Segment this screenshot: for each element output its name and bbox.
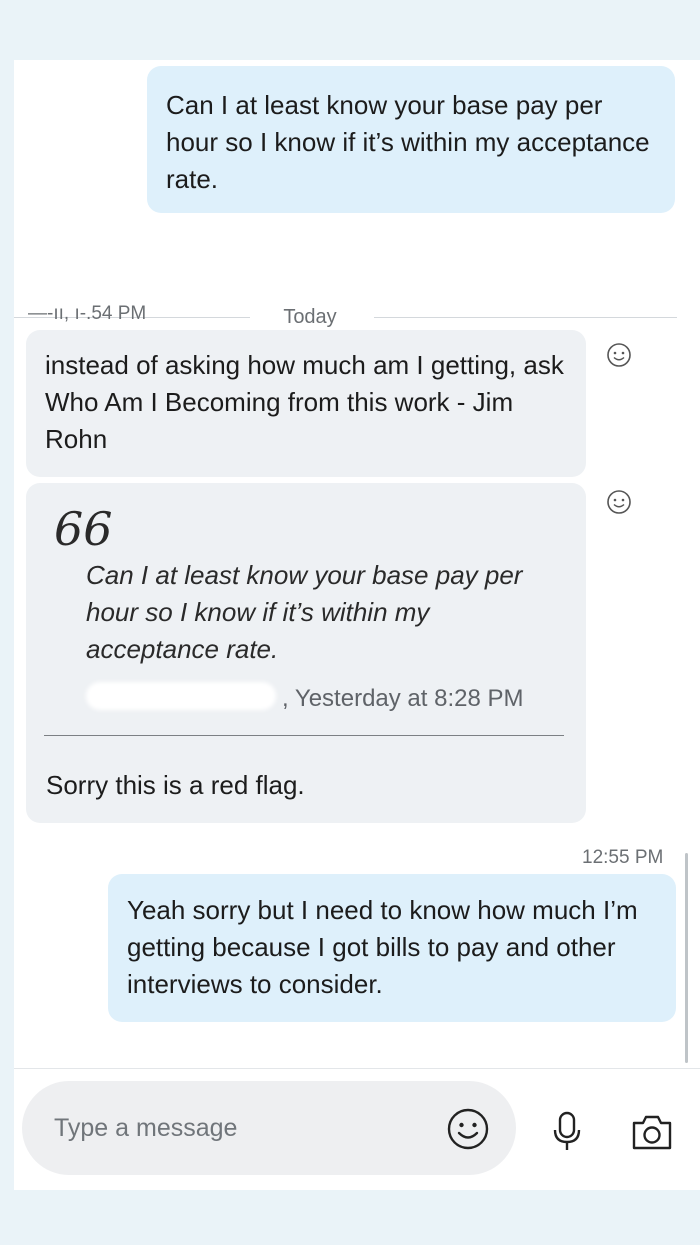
message-bubble-outgoing[interactable]: Can I at least know your base pay per ho… bbox=[147, 66, 675, 213]
camera-icon[interactable] bbox=[630, 1112, 674, 1157]
message-timestamp: 12:55 PM bbox=[582, 847, 664, 868]
quoted-message-meta: , Yesterday at 8:28 PM bbox=[86, 678, 556, 714]
quoted-message-text: Can I at least know your base pay per ho… bbox=[86, 560, 523, 664]
message-composer bbox=[22, 1081, 516, 1175]
message-bubble-outgoing[interactable]: Yeah sorry but I need to know how much I… bbox=[108, 874, 676, 1022]
message-bubble-incoming-reply[interactable]: 66 Can I at least know your base pay per… bbox=[26, 483, 586, 823]
message-text: Sorry this is a red flag. bbox=[46, 770, 305, 800]
redacted-name bbox=[86, 682, 276, 710]
composer-divider bbox=[14, 1068, 700, 1069]
quote-mark-icon: 66 bbox=[54, 502, 113, 556]
scrollbar[interactable] bbox=[685, 853, 688, 1063]
conversation-panel: Can I at least know your base pay per ho… bbox=[14, 60, 700, 1190]
microphone-icon[interactable] bbox=[550, 1109, 584, 1158]
smiley-react-icon[interactable] bbox=[606, 342, 632, 368]
message-input[interactable] bbox=[52, 1107, 416, 1149]
divider-line bbox=[374, 317, 677, 318]
quoted-timestamp: , Yesterday at 8:28 PM bbox=[282, 685, 524, 712]
message-text: Can I at least know your base pay per ho… bbox=[166, 90, 650, 194]
divider-label: Today bbox=[283, 306, 337, 328]
quote-divider bbox=[44, 735, 564, 736]
message-timestamp: —-ıı, ı-.54 PM bbox=[28, 303, 147, 324]
emoji-icon[interactable] bbox=[446, 1107, 490, 1156]
smiley-react-icon[interactable] bbox=[606, 489, 632, 515]
message-text: Yeah sorry but I need to know how much I… bbox=[127, 895, 638, 999]
message-text: instead of asking how much am I getting,… bbox=[45, 350, 564, 454]
message-bubble-incoming[interactable]: instead of asking how much am I getting,… bbox=[26, 330, 586, 477]
